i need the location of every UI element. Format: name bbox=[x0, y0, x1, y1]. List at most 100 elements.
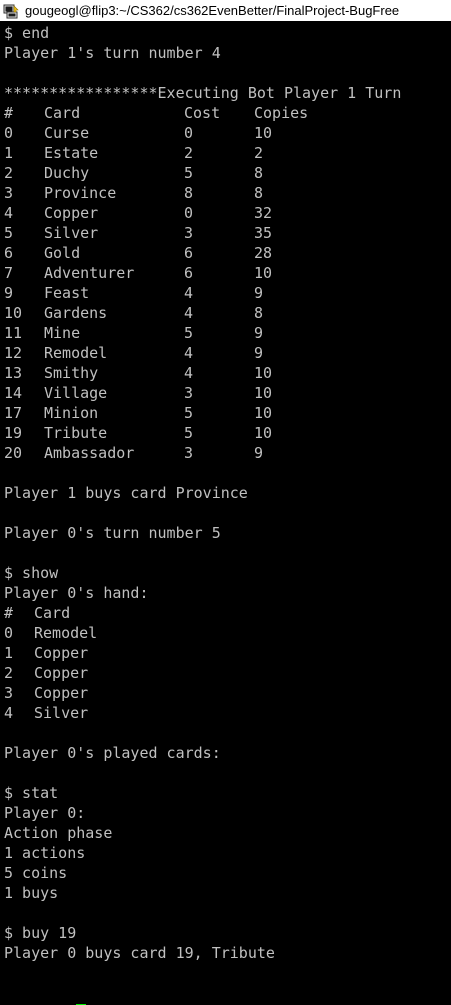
header-num: # bbox=[4, 104, 14, 122]
card-copies-cell: 8 bbox=[254, 184, 264, 202]
hand-table-header: # Card bbox=[0, 603, 451, 623]
card-name-cell: Gardens bbox=[44, 304, 108, 322]
card-copies-cell: 32 bbox=[254, 204, 273, 222]
card-copies-cell: 10 bbox=[254, 384, 273, 402]
supply-table-row: 11 Mine 5 9 bbox=[0, 323, 451, 343]
terminal-output[interactable]: $ end Player 1's turn number 4 ***********… bbox=[0, 23, 451, 1005]
supply-table-row: 9 Feast 4 9 bbox=[0, 283, 451, 303]
terminal-line: Player 1's turn number 4 bbox=[4, 44, 221, 62]
card-number-cell: 10 bbox=[4, 304, 23, 322]
supply-table-row: 12 Remodel 4 9 bbox=[0, 343, 451, 363]
supply-table-row: 2 Duchy 5 8 bbox=[0, 163, 451, 183]
card-number-cell: 7 bbox=[4, 264, 14, 282]
terminal-line: Player 0's hand: bbox=[4, 584, 149, 602]
card-cost-cell: 8 bbox=[184, 184, 194, 202]
card-name-cell: Estate bbox=[44, 144, 99, 162]
terminal-line: $ stat bbox=[4, 784, 59, 802]
header-copies: Copies bbox=[254, 104, 309, 122]
supply-table-row: 4 Copper 0 32 bbox=[0, 203, 451, 223]
hand-index-cell: 3 bbox=[4, 684, 14, 702]
card-copies-cell: 28 bbox=[254, 244, 273, 262]
hand-index-cell: 1 bbox=[4, 644, 14, 662]
card-cost-cell: 3 bbox=[184, 444, 194, 462]
card-cost-cell: 2 bbox=[184, 144, 194, 162]
card-cost-cell: 0 bbox=[184, 124, 194, 142]
card-cost-cell: 0 bbox=[184, 204, 194, 222]
terminal-line: 5 coins bbox=[4, 864, 68, 882]
card-copies-cell: 10 bbox=[254, 404, 273, 422]
card-number-cell: 17 bbox=[4, 404, 23, 422]
card-name-cell: Gold bbox=[44, 244, 81, 262]
card-copies-cell: 10 bbox=[254, 424, 273, 442]
supply-table-row: 3 Province 8 8 bbox=[0, 183, 451, 203]
hand-table-row: 3 Copper bbox=[0, 683, 451, 703]
card-copies-cell: 9 bbox=[254, 444, 264, 462]
card-name-cell: Duchy bbox=[44, 164, 90, 182]
prompt-line[interactable]: $ bbox=[0, 983, 451, 1005]
card-name-cell: Adventurer bbox=[44, 264, 135, 282]
card-number-cell: 2 bbox=[4, 164, 14, 182]
terminal-line: Player 1 buys card Province bbox=[4, 484, 248, 502]
hand-table-row: 0 Remodel bbox=[0, 623, 451, 643]
card-copies-cell: 10 bbox=[254, 264, 273, 282]
terminal-line: $ show bbox=[4, 564, 59, 582]
card-cost-cell: 5 bbox=[184, 324, 194, 342]
card-copies-cell: 9 bbox=[254, 344, 264, 362]
card-cost-cell: 4 bbox=[184, 364, 194, 382]
terminal-line: Player 0's played cards: bbox=[4, 744, 221, 762]
terminal-line: Player 0 buys card 19, Tribute bbox=[4, 944, 275, 962]
card-cost-cell: 3 bbox=[184, 384, 194, 402]
supply-table-row: 1 Estate 2 2 bbox=[0, 143, 451, 163]
supply-table-row: 0 Curse 0 10 bbox=[0, 123, 451, 143]
hand-card-cell: Remodel bbox=[34, 624, 98, 642]
hand-card-cell: Copper bbox=[34, 664, 89, 682]
card-number-cell: 5 bbox=[4, 224, 14, 242]
hand-table-row: 4 Silver bbox=[0, 703, 451, 723]
card-name-cell: Province bbox=[44, 184, 117, 202]
card-cost-cell: 4 bbox=[184, 284, 194, 302]
terminal-line: Player 0: bbox=[4, 804, 86, 822]
card-name-cell: Feast bbox=[44, 284, 90, 302]
card-copies-cell: 35 bbox=[254, 224, 273, 242]
hand-card-cell: Silver bbox=[34, 704, 89, 722]
hand-table-row: 2 Copper bbox=[0, 663, 451, 683]
supply-table-row: 6 Gold 6 28 bbox=[0, 243, 451, 263]
card-number-cell: 14 bbox=[4, 384, 23, 402]
card-number-cell: 6 bbox=[4, 244, 14, 262]
terminal-block-after-table: Player 1 buys card Province Player 0's tu… bbox=[0, 463, 451, 603]
card-cost-cell: 5 bbox=[184, 404, 194, 422]
supply-table-row: 5 Silver 3 35 bbox=[0, 223, 451, 243]
card-cost-cell: 4 bbox=[184, 344, 194, 362]
terminal-block-before-table: $ end Player 1's turn number 4 ***********… bbox=[0, 23, 451, 103]
card-name-cell: Minion bbox=[44, 404, 99, 422]
card-name-cell: Smithy bbox=[44, 364, 99, 382]
card-cost-cell: 5 bbox=[184, 164, 194, 182]
title-bar[interactable]: gougeogl@flip3:~/CS362/cs362EvenBetter/F… bbox=[0, 0, 451, 21]
supply-table-row: 13 Smithy 4 10 bbox=[0, 363, 451, 383]
card-name-cell: Remodel bbox=[44, 344, 108, 362]
card-number-cell: 20 bbox=[4, 444, 23, 462]
card-number-cell: 11 bbox=[4, 324, 23, 342]
card-cost-cell: 6 bbox=[184, 264, 194, 282]
hand-card-cell: Copper bbox=[34, 684, 89, 702]
card-name-cell: Ambassador bbox=[44, 444, 135, 462]
supply-table-row: 17 Minion 5 10 bbox=[0, 403, 451, 423]
card-number-cell: 9 bbox=[4, 284, 14, 302]
supply-table-row: 10 Gardens 4 8 bbox=[0, 303, 451, 323]
card-number-cell: 19 bbox=[4, 424, 23, 442]
card-name-cell: Silver bbox=[44, 224, 99, 242]
card-copies-cell: 2 bbox=[254, 144, 264, 162]
card-copies-cell: 8 bbox=[254, 164, 264, 182]
card-number-cell: 1 bbox=[4, 144, 14, 162]
card-copies-cell: 8 bbox=[254, 304, 264, 322]
card-name-cell: Village bbox=[44, 384, 108, 402]
card-cost-cell: 3 bbox=[184, 224, 194, 242]
card-number-cell: 13 bbox=[4, 364, 23, 382]
hand-table-body: 0 Remodel 1 Copper 2 Copper 3 Copper 4 Silver bbox=[0, 623, 451, 723]
